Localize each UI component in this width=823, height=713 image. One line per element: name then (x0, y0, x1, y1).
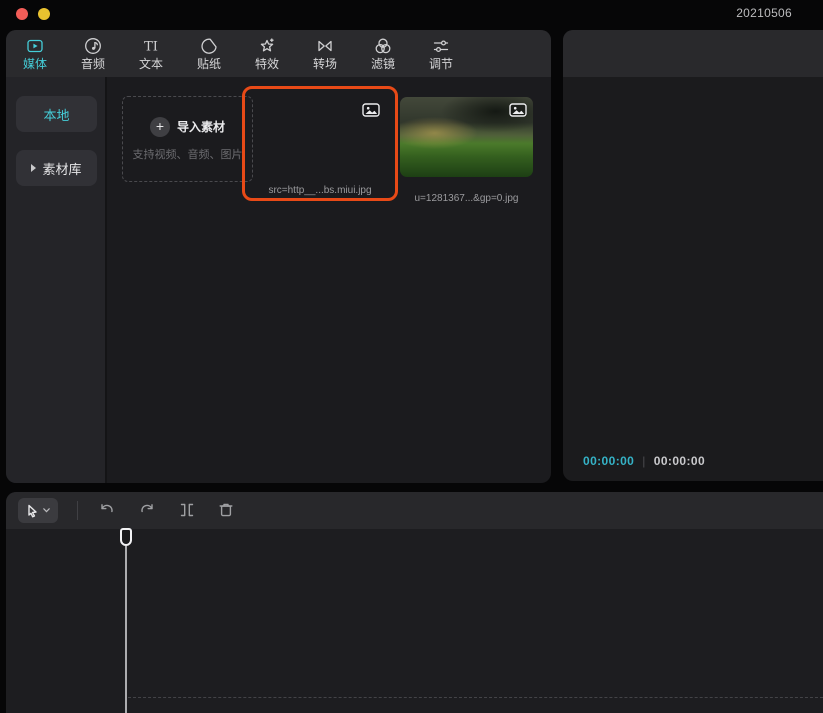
redo-icon (137, 500, 157, 520)
media-thumbnail-lake (258, 97, 386, 177)
sidebar-item-local-label: 本地 (43, 105, 69, 124)
import-label: 导入素材 (177, 118, 225, 135)
tab-audio[interactable]: 音频 (64, 30, 122, 77)
tab-text[interactable]: TI 文本 (122, 30, 180, 77)
delete-button[interactable] (216, 500, 236, 520)
caret-right-icon (31, 164, 36, 172)
audio-icon (83, 36, 103, 56)
chevron-down-icon (43, 508, 50, 513)
media-item-selected[interactable]: src=http__...bs.miui.jpg (242, 86, 398, 201)
import-row: + 导入素材 (150, 117, 225, 137)
window-close-button[interactable] (16, 8, 28, 20)
preview-panel: 00:00:00 | 00:00:00 (563, 30, 823, 481)
tab-audio-label: 音频 (81, 58, 105, 71)
media-sidebar: 本地 素材库 (6, 77, 105, 483)
resource-tabbar: 媒体 音频 TI 文本 贴纸 特效 (6, 30, 551, 77)
effects-icon (257, 36, 277, 56)
window-minimize-button[interactable] (38, 8, 50, 20)
undo-button[interactable] (97, 500, 117, 520)
preview-header (563, 30, 823, 77)
media-item-field[interactable] (400, 97, 533, 177)
timecode: 00:00:00 | 00:00:00 (583, 454, 705, 468)
tab-effects[interactable]: 特效 (238, 30, 296, 77)
tab-transition[interactable]: 转场 (296, 30, 354, 77)
tab-media[interactable]: 媒体 (6, 30, 64, 77)
tab-filter[interactable]: 滤镜 (354, 30, 412, 77)
tab-text-label: 文本 (139, 58, 163, 71)
tab-adjust-label: 调节 (429, 58, 453, 71)
sidebar-item-library-label: 素材库 (42, 159, 81, 178)
trash-icon (216, 500, 236, 520)
sticker-icon (199, 36, 219, 56)
filter-icon (373, 36, 393, 56)
import-material-button[interactable]: + 导入素材 支持视频、音频、图片 (122, 96, 253, 182)
transition-icon (315, 36, 335, 56)
timecode-total: 00:00:00 (654, 454, 705, 468)
playhead-handle[interactable] (120, 528, 132, 546)
select-tool-button[interactable] (18, 498, 58, 523)
tab-sticker-label: 贴纸 (197, 58, 221, 71)
playhead-line (125, 546, 127, 713)
split-icon (177, 500, 197, 520)
image-type-icon (362, 103, 380, 117)
redo-button[interactable] (137, 500, 157, 520)
sidebar-item-library[interactable]: 素材库 (16, 150, 97, 186)
import-hint: 支持视频、音频、图片 (133, 146, 243, 162)
svg-text:TI: TI (144, 40, 158, 55)
timecode-current: 00:00:00 (583, 454, 634, 468)
adjust-icon (431, 36, 451, 56)
tab-media-label: 媒体 (23, 58, 47, 71)
media-icon (25, 36, 45, 56)
tab-adjust[interactable]: 调节 (412, 30, 470, 77)
media-library-panel: 媒体 音频 TI 文本 贴纸 特效 (6, 30, 551, 483)
tab-effects-label: 特效 (255, 58, 279, 71)
timecode-separator: | (642, 454, 646, 468)
timeline-panel (6, 492, 823, 713)
timeline-toolbar (6, 492, 823, 529)
tab-transition-label: 转场 (313, 58, 337, 71)
cursor-icon (26, 504, 39, 518)
undo-icon (97, 500, 117, 520)
plus-icon: + (150, 117, 170, 137)
sidebar-item-local[interactable]: 本地 (16, 96, 97, 132)
media-filename: u=1281367...&gp=0.jpg (400, 193, 533, 204)
text-icon: TI (141, 36, 161, 56)
sidebar-divider (105, 77, 107, 483)
tab-filter-label: 滤镜 (371, 58, 395, 71)
split-button[interactable] (177, 500, 197, 520)
project-date-label: 20210506 (736, 6, 792, 20)
track-baseline (128, 697, 823, 698)
tab-sticker[interactable]: 贴纸 (180, 30, 238, 77)
image-type-icon (509, 103, 527, 117)
media-filename: src=http__...bs.miui.jpg (245, 185, 395, 196)
toolbar-divider (77, 501, 78, 520)
